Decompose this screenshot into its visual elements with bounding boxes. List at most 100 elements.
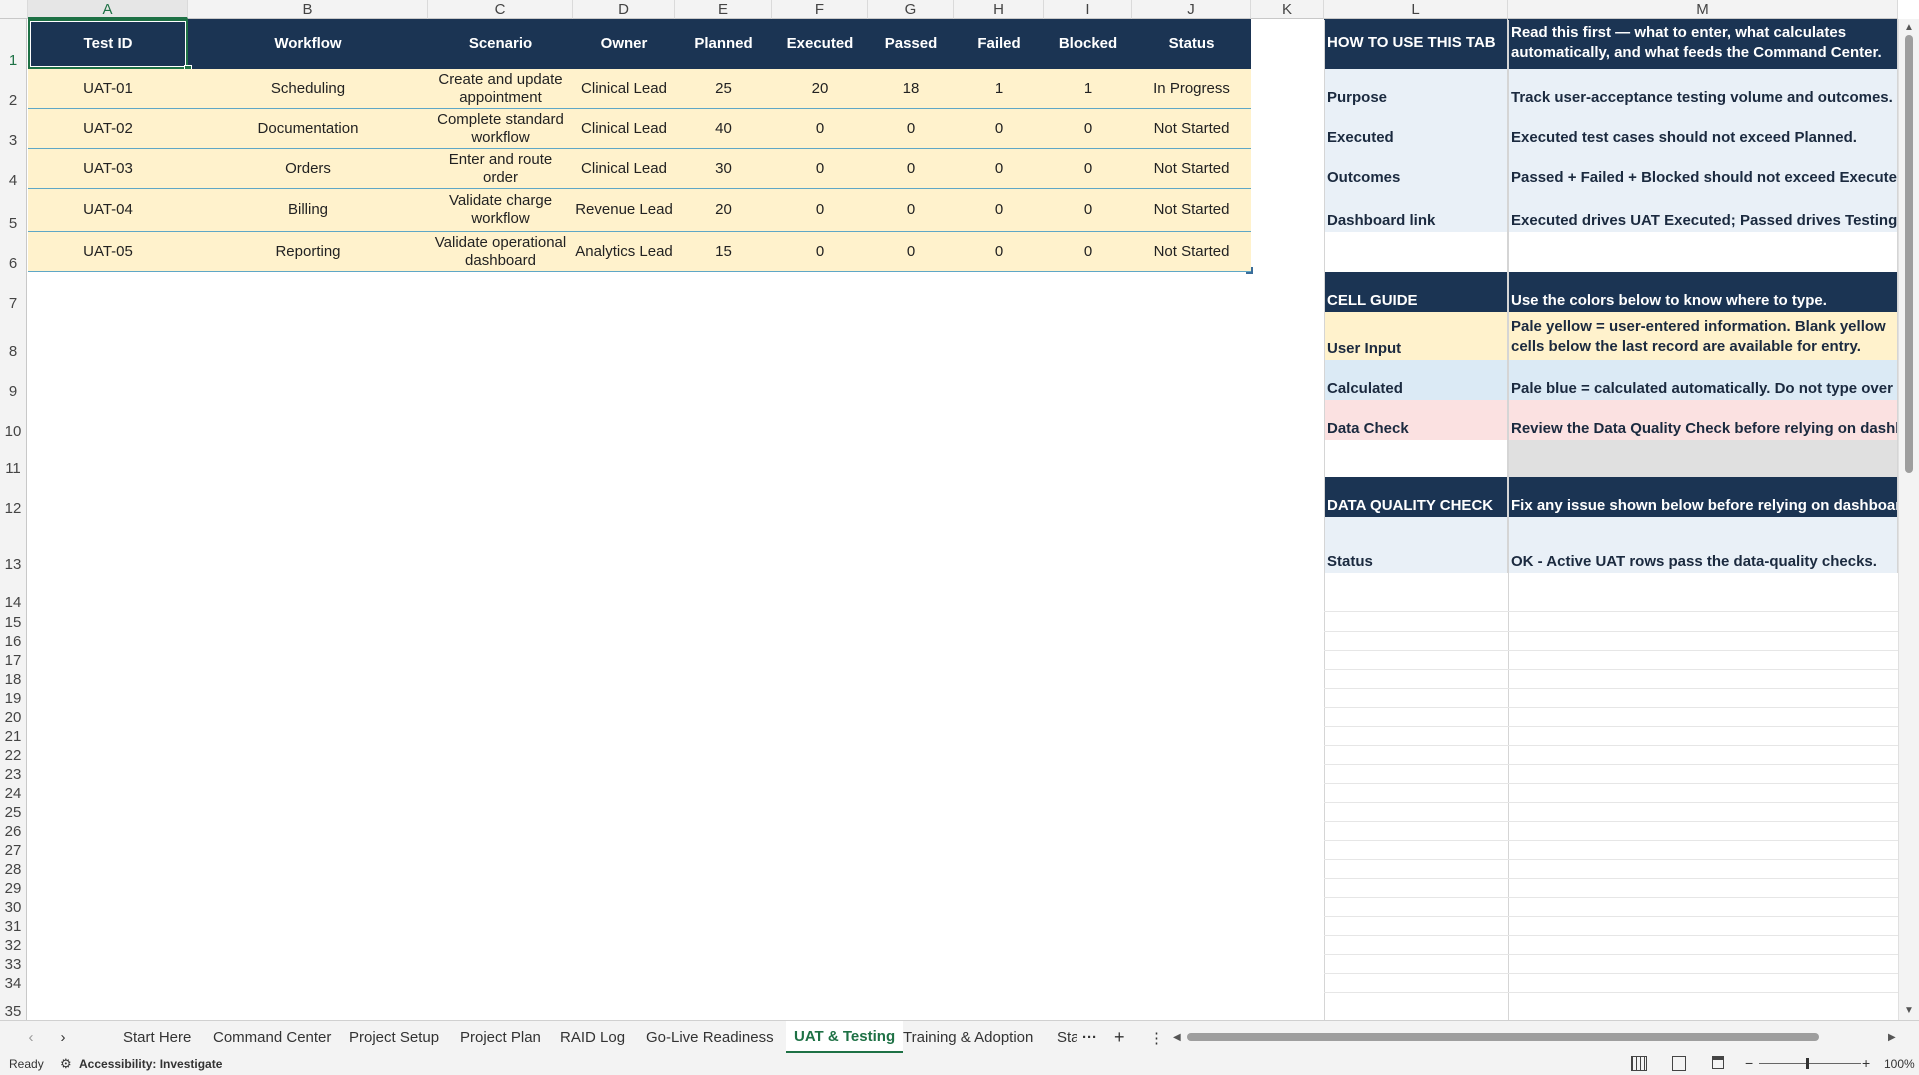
- row-header-35[interactable]: 35: [0, 992, 27, 1020]
- row-header-33[interactable]: 33: [0, 954, 27, 973]
- row-header-26[interactable]: 26: [0, 821, 27, 840]
- cell-workflow[interactable]: Orders: [188, 149, 428, 189]
- cell-planned[interactable]: 20: [675, 189, 772, 232]
- scroll-tabs-left-icon[interactable]: ‹: [24, 1021, 38, 1054]
- cell-blocked[interactable]: 0: [1044, 189, 1132, 232]
- normal-view-icon[interactable]: [1631, 1056, 1647, 1071]
- column-header-m[interactable]: M: [1508, 0, 1898, 19]
- calculated-text[interactable]: Pale blue = calculated automatically. Do…: [1508, 360, 1898, 400]
- cell-status[interactable]: Not Started: [1132, 109, 1251, 149]
- cell-test-id[interactable]: UAT-03: [28, 149, 188, 189]
- purpose-text[interactable]: Track user-acceptance testing volume and…: [1508, 69, 1898, 109]
- spacer-cell[interactable]: [1324, 232, 1508, 272]
- column-header-j[interactable]: J: [1132, 0, 1251, 19]
- cell-workflow[interactable]: Documentation: [188, 109, 428, 149]
- how-to-title[interactable]: HOW TO USE THIS TAB: [1324, 19, 1508, 69]
- cell-workflow[interactable]: Scheduling: [188, 69, 428, 109]
- vertical-scroll-thumb[interactable]: [1905, 35, 1913, 473]
- executed-text[interactable]: Executed test cases should not exceed Pl…: [1508, 109, 1898, 149]
- row-header-24[interactable]: 24: [0, 783, 27, 802]
- cell-scenario[interactable]: Enter and route order: [428, 149, 573, 189]
- cell-planned[interactable]: 15: [675, 232, 772, 272]
- more-tabs-icon[interactable]: ···: [1082, 1021, 1097, 1054]
- calculated-label[interactable]: Calculated: [1324, 360, 1508, 400]
- cell-owner[interactable]: Clinical Lead: [573, 69, 675, 109]
- cell-planned[interactable]: 25: [675, 69, 772, 109]
- row-header-15[interactable]: 15: [0, 611, 27, 631]
- hscroll-left-icon[interactable]: ◀: [1173, 1021, 1181, 1054]
- cell-test-id[interactable]: UAT-02: [28, 109, 188, 149]
- column-header-d[interactable]: D: [573, 0, 675, 19]
- purpose-label[interactable]: Purpose: [1324, 69, 1508, 109]
- cell-passed[interactable]: 0: [868, 232, 954, 272]
- column-header-k[interactable]: K: [1251, 0, 1324, 19]
- scroll-up-icon[interactable]: ▲: [1903, 21, 1915, 33]
- accessibility-status[interactable]: Accessibility: Investigate: [79, 1057, 222, 1071]
- column-header-c[interactable]: C: [428, 0, 573, 19]
- cell-failed[interactable]: 0: [954, 189, 1044, 232]
- row-header-6[interactable]: 6: [0, 232, 27, 272]
- row-header-31[interactable]: 31: [0, 916, 27, 935]
- row-header-2[interactable]: 2: [0, 69, 27, 109]
- cell-failed[interactable]: 0: [954, 109, 1044, 149]
- page-break-icon[interactable]: [1712, 1056, 1724, 1069]
- cell-passed[interactable]: 0: [868, 109, 954, 149]
- cell-scenario[interactable]: Complete standard workflow: [428, 109, 573, 149]
- cell-guide-title[interactable]: CELL GUIDE: [1324, 272, 1508, 312]
- horizontal-scroll-thumb[interactable]: [1187, 1033, 1819, 1041]
- user-input-label[interactable]: User Input: [1324, 312, 1508, 360]
- tab-project-setup[interactable]: Project Setup: [349, 1021, 439, 1054]
- header-owner[interactable]: Owner: [573, 19, 675, 69]
- header-planned[interactable]: Planned: [675, 19, 772, 69]
- row-header-20[interactable]: 20: [0, 707, 27, 726]
- cell-scenario[interactable]: Create and update appointment: [428, 69, 573, 109]
- row-header-7[interactable]: 7: [0, 272, 27, 312]
- column-header-e[interactable]: E: [675, 0, 772, 19]
- header-scenario[interactable]: Scenario: [428, 19, 573, 69]
- header-workflow[interactable]: Workflow: [188, 19, 428, 69]
- column-header-l[interactable]: L: [1324, 0, 1508, 19]
- cell-workflow[interactable]: Reporting: [188, 232, 428, 272]
- cell-test-id[interactable]: UAT-05: [28, 232, 188, 272]
- column-header-a[interactable]: A: [28, 0, 188, 19]
- zoom-slider[interactable]: [1759, 1063, 1861, 1064]
- row-header-34[interactable]: 34: [0, 973, 27, 992]
- user-input-text[interactable]: Pale yellow = user-entered information. …: [1508, 312, 1898, 360]
- accessibility-icon[interactable]: ⚙: [60, 1056, 72, 1072]
- header-status[interactable]: Status: [1132, 19, 1251, 69]
- row-header-10[interactable]: 10: [0, 400, 27, 440]
- dashboard-link-label[interactable]: Dashboard link: [1324, 189, 1508, 232]
- cell-passed[interactable]: 0: [868, 149, 954, 189]
- row-header-4[interactable]: 4: [0, 149, 27, 189]
- cell-blocked[interactable]: 0: [1044, 149, 1132, 189]
- row-header-32[interactable]: 32: [0, 935, 27, 954]
- tab-command-center[interactable]: Command Center: [213, 1021, 331, 1054]
- row-header-21[interactable]: 21: [0, 726, 27, 745]
- cell-failed[interactable]: 1: [954, 69, 1044, 109]
- column-header-i[interactable]: I: [1044, 0, 1132, 19]
- data-quality-title[interactable]: DATA QUALITY CHECK: [1324, 477, 1508, 517]
- cell-executed[interactable]: 0: [772, 189, 868, 232]
- cell-guide-text[interactable]: Use the colors below to know where to ty…: [1508, 272, 1898, 312]
- cell-planned[interactable]: 40: [675, 109, 772, 149]
- cell-status[interactable]: Not Started: [1132, 149, 1251, 189]
- row-header-9[interactable]: 9: [0, 360, 27, 400]
- row-header-29[interactable]: 29: [0, 878, 27, 897]
- cell-passed[interactable]: 0: [868, 189, 954, 232]
- spacer-cell[interactable]: [1508, 440, 1898, 477]
- page-layout-icon[interactable]: [1672, 1056, 1686, 1071]
- row-header-14[interactable]: 14: [0, 573, 27, 611]
- outcomes-label[interactable]: Outcomes: [1324, 149, 1508, 189]
- tab-uat-testing[interactable]: UAT & Testing: [786, 1021, 904, 1054]
- cell-owner[interactable]: Analytics Lead: [573, 232, 675, 272]
- dashboard-link-text[interactable]: Executed drives UAT Executed; Passed dri…: [1508, 189, 1898, 232]
- row-header-13[interactable]: 13: [0, 517, 27, 573]
- spacer-cell[interactable]: [1508, 232, 1898, 272]
- cell-owner[interactable]: Clinical Lead: [573, 109, 675, 149]
- executed-label[interactable]: Executed: [1324, 109, 1508, 149]
- cell-executed[interactable]: 0: [772, 149, 868, 189]
- zoom-level[interactable]: 100%: [1884, 1057, 1915, 1071]
- row-header-18[interactable]: 18: [0, 669, 27, 688]
- scroll-down-icon[interactable]: ▼: [1903, 1004, 1915, 1016]
- cell-owner[interactable]: Clinical Lead: [573, 149, 675, 189]
